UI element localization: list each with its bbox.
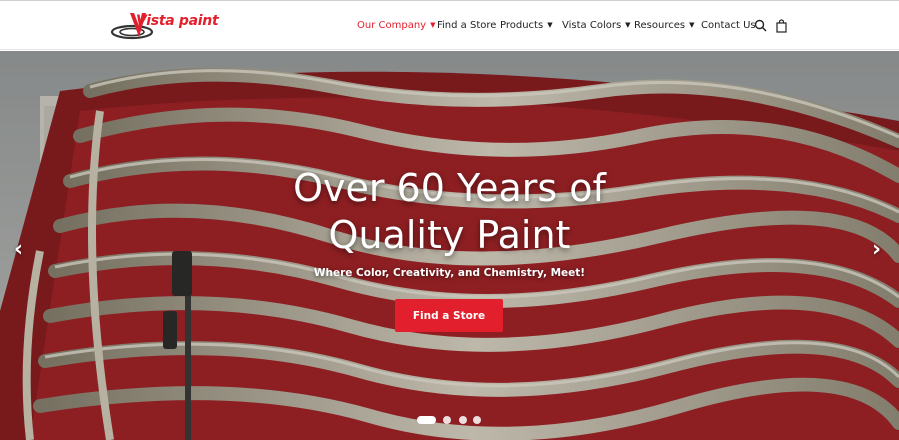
- slider-dot-2[interactable]: [443, 416, 451, 424]
- nav-label: Products: [500, 20, 544, 31]
- nav-vista-colors[interactable]: Vista Colors ▼: [562, 20, 631, 31]
- chevron-down-icon: ▼: [625, 21, 631, 29]
- slider-dot-4[interactable]: [473, 416, 481, 424]
- hero-slider: Over 60 Years of Quality Paint Where Col…: [0, 51, 899, 440]
- hero-subtitle: Where Color, Creativity, and Chemistry, …: [313, 267, 586, 279]
- chevron-down-icon: ▼: [689, 21, 695, 29]
- shopping-bag-icon[interactable]: [776, 19, 787, 33]
- slider-dot-1[interactable]: [417, 416, 436, 424]
- main-nav: Our Company ▼ Find a Store Products ▼ Vist…: [0, 1, 899, 51]
- search-icon[interactable]: [754, 19, 767, 32]
- nav-find-a-store[interactable]: Find a Store: [437, 20, 496, 31]
- find-a-store-button[interactable]: Find a Store: [395, 299, 503, 332]
- slider-dot-3[interactable]: [459, 416, 467, 424]
- nav-products[interactable]: Products ▼: [500, 20, 553, 31]
- nav-label: Find a Store: [437, 20, 497, 31]
- nav-contact-us[interactable]: Contact Us: [701, 20, 756, 31]
- slider-prev-arrow-icon[interactable]: ‹: [14, 237, 23, 262]
- nav-resources[interactable]: Resources ▼: [634, 20, 694, 31]
- site-header: Vista paint Our Company ▼ Find a Store Pr…: [0, 0, 899, 50]
- slider-next-arrow-icon[interactable]: ›: [872, 237, 881, 262]
- nav-label: Vista Colors: [562, 20, 622, 31]
- nav-label: Resources: [634, 20, 686, 31]
- nav-label: Our Company: [357, 20, 427, 31]
- hero-title-line1: Over 60 Years of: [293, 166, 606, 210]
- chevron-down-icon: ▼: [547, 21, 553, 29]
- hero-title-line2: Quality Paint: [328, 213, 571, 257]
- chevron-down-icon: ▼: [430, 21, 436, 29]
- nav-our-company[interactable]: Our Company ▼: [357, 20, 435, 31]
- nav-label: Contact Us: [701, 20, 756, 31]
